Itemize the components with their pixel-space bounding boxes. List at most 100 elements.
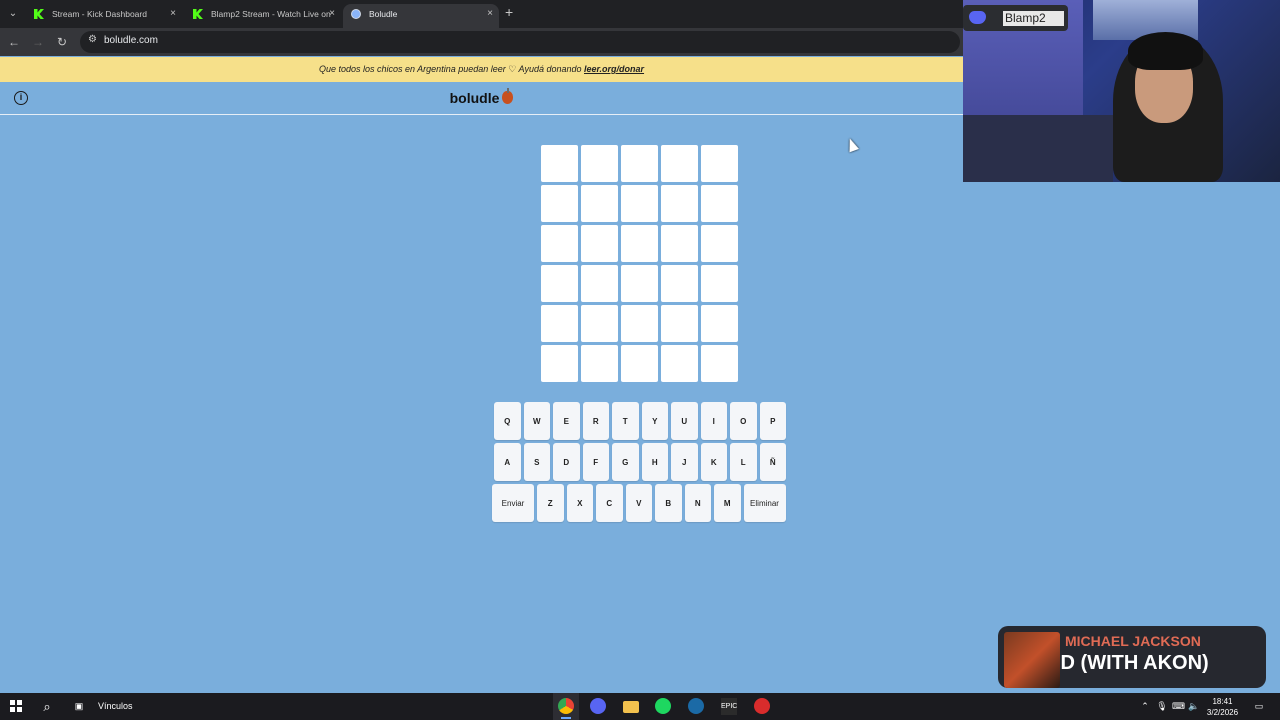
- tab-blamp2-stream[interactable]: Blamp2 Stream - Watch Live on ×: [185, 4, 341, 28]
- board-cell: [581, 225, 618, 262]
- board-cell: [541, 305, 578, 342]
- key-s[interactable]: S: [523, 443, 550, 481]
- key-j[interactable]: J: [671, 443, 698, 481]
- tray-chevron-icon[interactable]: ⌃: [1140, 698, 1150, 715]
- tab-title: Stream - Kick Dashboard: [52, 9, 147, 19]
- url-text: boludle.com: [104, 35, 158, 46]
- key-f[interactable]: F: [582, 443, 609, 481]
- game-board: [541, 145, 738, 382]
- board-cell: [661, 305, 698, 342]
- network-icon[interactable]: ⌨: [1172, 698, 1185, 715]
- key-g[interactable]: G: [612, 443, 639, 481]
- streaming-app-icon[interactable]: [754, 698, 770, 714]
- key-ñ[interactable]: Ñ: [759, 443, 786, 481]
- file-explorer-icon[interactable]: [623, 701, 639, 713]
- app-title: boludle: [449, 90, 500, 106]
- steam-icon[interactable]: [688, 698, 704, 714]
- donation-banner: Que todos los chicos en Argentina puedan…: [0, 57, 963, 82]
- forward-arrow-icon[interactable]: →: [29, 33, 47, 51]
- app-header: i boludle: [0, 82, 963, 115]
- board-cell: [701, 265, 738, 302]
- key-i[interactable]: I: [700, 402, 727, 440]
- board-cell: [621, 265, 658, 302]
- key-e[interactable]: E: [553, 402, 580, 440]
- banner-cta: Ayudá donando: [518, 64, 582, 74]
- key-t[interactable]: T: [612, 402, 639, 440]
- tab-search-icon[interactable]: ⌄: [4, 5, 22, 23]
- board-cell: [541, 185, 578, 222]
- donate-link[interactable]: leer.org/donar: [584, 64, 644, 74]
- discord-username: Blamp2: [1003, 11, 1064, 26]
- mate-icon: [502, 88, 514, 104]
- key-u[interactable]: U: [671, 402, 698, 440]
- key-x[interactable]: X: [566, 484, 593, 522]
- key-n[interactable]: N: [684, 484, 711, 522]
- close-tab-icon[interactable]: ×: [170, 4, 176, 24]
- key-r[interactable]: R: [582, 402, 609, 440]
- key-z[interactable]: Z: [537, 484, 564, 522]
- back-arrow-icon[interactable]: ←: [5, 33, 23, 51]
- board-cell: [661, 185, 698, 222]
- key-m[interactable]: M: [714, 484, 741, 522]
- key-k[interactable]: K: [700, 443, 727, 481]
- windows-start-icon[interactable]: [10, 700, 22, 712]
- key-a[interactable]: A: [494, 443, 521, 481]
- board-cell: [621, 185, 658, 222]
- key-q[interactable]: Q: [494, 402, 521, 440]
- now-playing-artist: MICHAEL JACKSON: [1065, 633, 1201, 649]
- board-cell: [661, 345, 698, 382]
- key-h[interactable]: H: [641, 443, 668, 481]
- key-y[interactable]: Y: [641, 402, 668, 440]
- task-view-icon[interactable]: ▣: [70, 698, 88, 715]
- board-cell: [541, 265, 578, 302]
- reload-icon[interactable]: ↻: [53, 33, 71, 51]
- now-playing-widget: ID (WITH AKON) MICHAEL JACKSON: [998, 626, 1266, 688]
- microphone-icon[interactable]: 🎙: [1156, 698, 1168, 715]
- volume-icon[interactable]: 🔈: [1188, 698, 1200, 715]
- key-eliminar[interactable]: Eliminar: [743, 484, 786, 522]
- board-cell: [541, 345, 578, 382]
- site-info-icon[interactable]: ⚙: [88, 34, 97, 45]
- board-cell: [621, 345, 658, 382]
- key-o[interactable]: O: [730, 402, 757, 440]
- tab-kick-dashboard[interactable]: Stream - Kick Dashboard ×: [26, 4, 182, 28]
- board-cell: [701, 145, 738, 182]
- close-tab-icon[interactable]: ×: [329, 4, 335, 24]
- key-v[interactable]: V: [625, 484, 652, 522]
- discord-icon[interactable]: [590, 698, 606, 714]
- board-cell: [661, 145, 698, 182]
- key-b[interactable]: B: [655, 484, 682, 522]
- tab-boludle[interactable]: Boludle ×: [343, 4, 499, 28]
- webcam-overlay: Blamp2: [963, 0, 1280, 182]
- notifications-icon[interactable]: ▭: [1252, 698, 1266, 715]
- epic-games-icon[interactable]: EPIC: [721, 698, 737, 715]
- tab-title: Boludle: [369, 9, 398, 19]
- spotify-icon[interactable]: [655, 698, 671, 714]
- chrome-icon[interactable]: [558, 698, 574, 714]
- keyboard-row-1: QWERTYUIOP: [494, 402, 786, 440]
- page-title: boludle: [0, 88, 963, 106]
- keyboard-row-2: ASDFGHJKLÑ: [494, 443, 786, 481]
- address-bar[interactable]: ⚙ boludle.com: [80, 31, 960, 53]
- links-toolbar[interactable]: Vínculos: [98, 698, 133, 715]
- board-cell: [701, 305, 738, 342]
- key-p[interactable]: P: [759, 402, 786, 440]
- browser-tab-strip: ⌄ Stream - Kick Dashboard × Blamp2 Strea…: [0, 0, 963, 28]
- key-enviar[interactable]: Enviar: [492, 484, 534, 522]
- board-cell: [701, 225, 738, 262]
- board-cell: [581, 305, 618, 342]
- key-d[interactable]: D: [553, 443, 580, 481]
- board-cell: [581, 265, 618, 302]
- board-cell: [541, 145, 578, 182]
- key-c[interactable]: C: [596, 484, 623, 522]
- key-l[interactable]: L: [730, 443, 757, 481]
- close-tab-icon[interactable]: ×: [487, 4, 493, 24]
- key-w[interactable]: W: [523, 402, 550, 440]
- taskbar-clock[interactable]: 18:41 3/2/2026: [1200, 696, 1245, 718]
- search-icon[interactable]: ⌕: [38, 698, 56, 715]
- clock-date: 3/2/2026: [1206, 708, 1239, 717]
- new-tab-button[interactable]: +: [505, 4, 513, 20]
- board-cell: [661, 225, 698, 262]
- browser-toolbar: ← → ↻ ⚙ boludle.com: [0, 28, 963, 56]
- windows-taskbar: ⌕ ▣ Vínculos EPIC ⌃ 🎙 ⌨ 🔈 18:41 3/2/2026…: [0, 693, 1280, 720]
